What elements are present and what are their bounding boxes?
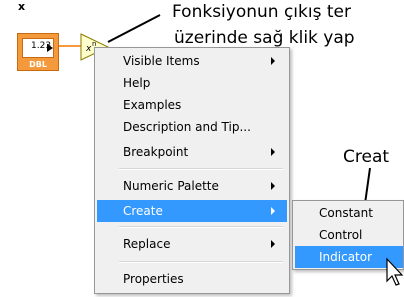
- submenu-item-label: Control: [319, 228, 363, 242]
- submenu-arrow-icon: [271, 57, 275, 65]
- menu-item-label: Create: [123, 204, 163, 218]
- control-value-box: 1.23: [22, 38, 54, 58]
- menu-item-label: Examples: [123, 98, 182, 112]
- menu-item-examples[interactable]: Examples: [97, 94, 287, 116]
- submenu-arrow-icon: [271, 148, 275, 156]
- menu-item-properties[interactable]: Properties: [97, 268, 287, 290]
- menu-item-label: Properties: [123, 272, 184, 286]
- menu-item-visible-items[interactable]: Visible Items: [97, 50, 287, 72]
- submenu-item-label: Indicator: [319, 250, 373, 264]
- menu-item-create[interactable]: Create: [97, 200, 287, 222]
- context-menu: Visible Items Help Examples Description …: [94, 47, 290, 294]
- menu-item-label: Breakpoint: [123, 145, 189, 159]
- menu-separator: [119, 226, 283, 228]
- submenu-arrow-icon: [271, 240, 275, 248]
- callout-text-line-2: üzerinde sağ klik yap: [174, 28, 355, 48]
- menu-item-breakpoint[interactable]: Breakpoint: [97, 141, 287, 163]
- numeric-control-terminal[interactable]: 1.23 DBL: [17, 33, 59, 71]
- submenu-arrow-icon: [271, 207, 275, 215]
- callout-text-create: Creat: [343, 147, 390, 167]
- svg-text:x: x: [85, 44, 92, 54]
- terminal-arrow-icon: [47, 44, 53, 52]
- callout-text-line-1: Fonksiyonun çıkış ter: [172, 2, 351, 22]
- menu-item-description-and-tip[interactable]: Description and Tip...: [97, 116, 287, 138]
- submenu-item-constant[interactable]: Constant: [295, 202, 403, 224]
- menu-separator: [119, 261, 283, 263]
- control-datatype: DBL: [29, 60, 47, 69]
- wire[interactable]: [59, 45, 81, 47]
- menu-item-label: Visible Items: [123, 54, 200, 68]
- menu-item-replace[interactable]: Replace: [97, 233, 287, 255]
- submenu-item-control[interactable]: Control: [295, 224, 403, 246]
- menu-separator: [119, 168, 283, 170]
- menu-item-label: Help: [123, 76, 151, 90]
- mouse-pointer-icon: [386, 257, 404, 286]
- control-label: x: [18, 0, 26, 13]
- submenu-item-label: Constant: [319, 206, 373, 220]
- block-diagram-canvas: x 1.23 DBL x n Fonksiyonun çıkış ter üze…: [0, 0, 404, 297]
- submenu-arrow-icon: [271, 182, 275, 190]
- menu-item-help[interactable]: Help: [97, 72, 287, 94]
- menu-item-label: Replace: [123, 237, 171, 251]
- menu-item-numeric-palette[interactable]: Numeric Palette: [97, 175, 287, 197]
- menu-item-label: Description and Tip...: [123, 120, 251, 134]
- menu-item-label: Numeric Palette: [123, 179, 219, 193]
